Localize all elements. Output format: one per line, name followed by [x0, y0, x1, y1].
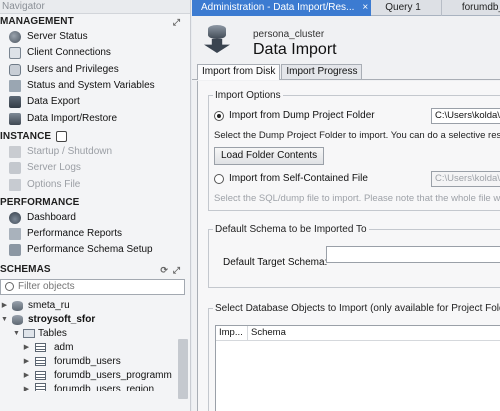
expand-arrow-icon[interactable]: ▶	[22, 383, 31, 391]
tree-item-table[interactable]: ▶ forumdb_users_programm	[0, 369, 190, 383]
expand-arrow-icon[interactable]: ▶	[22, 341, 31, 355]
instance-status-icon	[56, 130, 67, 142]
tree-item-table[interactable]: ▶ forumdb_users_region	[0, 382, 190, 391]
column-header-schema[interactable]: Schema	[248, 326, 488, 340]
expand-arrow-icon[interactable]: ▶	[22, 369, 31, 383]
file-path-input[interactable]: C:\Users\kolda\D	[431, 171, 500, 187]
database-objects-title: Select Database Objects to Import (only …	[213, 303, 500, 314]
variables-icon	[9, 80, 21, 93]
import-from-folder-option[interactable]: Import from Dump Project Folder	[214, 110, 375, 121]
nav-item-data-import[interactable]: Data Import/Restore	[0, 110, 190, 126]
tab-data-import[interactable]: Administration - Data Import/Res... ×	[192, 0, 372, 16]
navigator-header: Navigator	[0, 0, 190, 14]
navigator-scrollbar[interactable]	[178, 339, 188, 399]
expand-arrow-icon[interactable]: ▶	[0, 299, 9, 313]
data-import-logo-icon	[204, 25, 230, 55]
nav-item-server-status[interactable]: Server Status	[0, 29, 190, 45]
tab-query-1[interactable]: Query 1	[371, 0, 442, 16]
users-icon	[9, 63, 21, 76]
expand-arrow-icon[interactable]: ▶	[22, 355, 31, 369]
tree-item-tables[interactable]: ▼ Tables	[0, 327, 190, 341]
nav-item-users-privileges[interactable]: Users and Privileges	[0, 62, 190, 78]
radio-button-selected[interactable]	[214, 110, 224, 121]
default-schema-group: Default Schema to be Imported To Default…	[208, 224, 500, 288]
data-import-icon	[9, 112, 21, 125]
nav-item-performance-reports[interactable]: Performance Reports	[0, 226, 190, 242]
section-instance: INSTANCE	[0, 129, 190, 144]
nav-item-dashboard[interactable]: Dashboard	[0, 210, 190, 226]
table-icon	[35, 343, 46, 353]
collapse-arrow-icon[interactable]: ▼	[12, 327, 21, 341]
default-target-schema-label: Default Target Schema:	[223, 257, 328, 268]
folder-option-description: Select the Dump Project Folder to import…	[214, 130, 500, 141]
section-management: MANAGEMENT ⤢	[0, 14, 190, 29]
navigator-panel: Navigator MANAGEMENT ⤢ Server Status Cli…	[0, 0, 191, 411]
tab-import-from-disk[interactable]: Import from Disk	[197, 64, 281, 80]
import-from-file-option[interactable]: Import from Self-Contained File	[214, 173, 368, 184]
expand-icon[interactable]: ⤢	[173, 15, 180, 30]
data-export-icon	[9, 96, 21, 109]
dashboard-icon	[9, 211, 21, 224]
database-icon	[12, 314, 23, 325]
server-logs-icon	[9, 162, 21, 175]
database-icon	[12, 300, 23, 311]
schema-setup-icon	[9, 244, 21, 257]
tab-import-progress[interactable]: Import Progress	[281, 64, 363, 79]
nav-item-performance-schema-setup[interactable]: Performance Schema Setup	[0, 242, 190, 258]
load-folder-contents-button[interactable]: Load Folder Contents	[214, 147, 325, 165]
tab-forumdb-users[interactable]: forumdb_users	[442, 0, 500, 16]
nav-item-status-variables[interactable]: Status and System Variables	[0, 78, 190, 94]
client-connections-icon	[9, 47, 21, 60]
expand-icon[interactable]: ⤢	[173, 263, 180, 278]
folder-icon	[23, 329, 35, 339]
filter-objects-field[interactable]	[0, 278, 185, 295]
startup-icon	[9, 145, 21, 158]
import-from-disk-content: Import Options Import from Dump Project …	[197, 81, 500, 411]
import-options-group: Import Options Import from Dump Project …	[208, 90, 500, 211]
page-header: persona_cluster Data Import	[192, 16, 500, 64]
table-icon	[35, 357, 46, 367]
table-icon	[35, 382, 46, 391]
section-performance: PERFORMANCE	[0, 196, 80, 208]
filter-objects-input[interactable]	[18, 281, 178, 293]
nav-item-server-logs[interactable]: Server Logs	[0, 160, 190, 176]
server-status-icon	[9, 31, 21, 44]
tree-item-table[interactable]: ▶ adm	[0, 341, 190, 355]
collapse-arrow-icon[interactable]: ▼	[0, 313, 9, 327]
table-icon	[35, 371, 46, 381]
search-icon	[5, 282, 14, 292]
editor-tabbar: Administration - Data Import/Res... × Qu…	[192, 0, 500, 16]
default-target-schema-select[interactable]	[326, 246, 500, 263]
tree-item-stroysoft-sfor[interactable]: ▼ stroysoft_sfor	[0, 313, 190, 327]
nav-item-options-file[interactable]: Options File	[0, 176, 190, 192]
database-objects-table[interactable]: Imp... Schema	[215, 325, 500, 411]
tree-item-table[interactable]: ▶ forumdb_users	[0, 355, 190, 369]
radio-button[interactable]	[214, 173, 224, 184]
page-title: Data Import	[253, 41, 337, 58]
tree-item-smeta-ru[interactable]: ▶ smeta_ru	[0, 299, 190, 313]
column-header-import[interactable]: Imp...	[216, 326, 248, 340]
performance-reports-icon	[9, 228, 21, 241]
nav-item-client-connections[interactable]: Client Connections	[0, 45, 190, 61]
import-options-title: Import Options	[213, 90, 283, 101]
connection-name: persona_cluster	[253, 29, 325, 40]
options-file-icon	[9, 178, 21, 191]
section-schemas: SCHEMAS ⟳ ⤢	[0, 262, 190, 277]
main-panel: Administration - Data Import/Res... × Qu…	[192, 0, 500, 411]
nav-item-startup-shutdown[interactable]: Startup / Shutdown	[0, 144, 190, 160]
folder-path-input[interactable]: C:\Users\kolda\D	[431, 108, 500, 124]
close-icon[interactable]: ×	[362, 0, 368, 16]
refresh-icon[interactable]: ⟳	[160, 263, 168, 278]
nav-item-data-export[interactable]: Data Export	[0, 94, 190, 110]
database-objects-group: Select Database Objects to Import (only …	[208, 303, 500, 411]
file-option-description: Select the SQL/dump file to import. Plea…	[214, 193, 500, 204]
import-subtabs: Import from Disk Import Progress	[192, 64, 500, 80]
table-header: Imp... Schema	[216, 326, 500, 341]
default-schema-title: Default Schema to be Imported To	[213, 224, 369, 235]
